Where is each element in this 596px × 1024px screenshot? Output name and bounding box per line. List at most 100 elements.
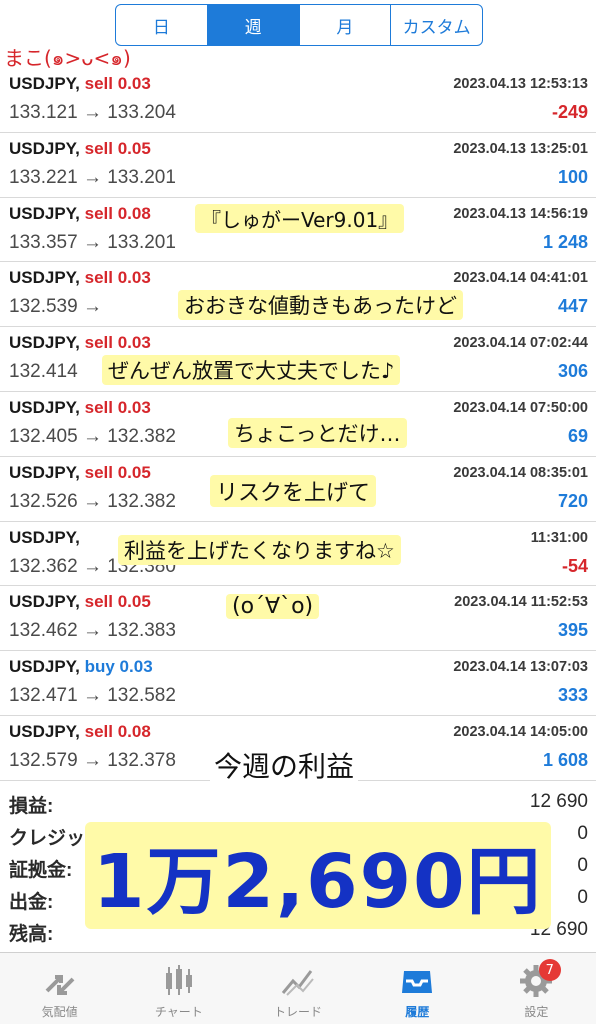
tab-week[interactable]: 週 — [207, 5, 300, 45]
trade-side: buy 0.03 — [84, 657, 153, 677]
tab-chart[interactable]: チャート — [119, 953, 238, 1024]
period-segmented-control: 日 週 月 カスタム — [115, 4, 483, 46]
trade-profit: 69 — [567, 425, 588, 446]
trade-time: 2023.04.14 11:52:53 — [454, 594, 588, 611]
weekly-profit-caption: 今週の利益 — [210, 745, 359, 785]
trade-header: USDJPY, sell 0.05 — [9, 463, 151, 483]
history-icon — [402, 971, 433, 993]
summary-label: 出金: — [9, 892, 54, 913]
trade-icon — [281, 970, 314, 996]
trade-time: 2023.04.14 04:41:01 — [453, 270, 588, 287]
trade-header: USDJPY, sell 0.03 — [9, 74, 151, 94]
trade-profit: -54 — [561, 555, 588, 576]
trade-row[interactable]: USDJPY, buy 0.03 2023.04.14 13:07:03 132… — [0, 651, 596, 716]
trade-side: sell 0.03 — [84, 74, 151, 93]
tab-label: 気配値 — [41, 1005, 78, 1019]
summary-value: 12 690 — [529, 791, 588, 812]
trade-prices: 133.357 → 133.201 — [9, 231, 176, 253]
bottom-tab-bar: 気配値 チャート トレード 履歴 設定 7 — [0, 952, 596, 1024]
trade-side: sell 0.03 — [84, 268, 151, 288]
trade-profit: 447 — [557, 296, 588, 317]
trade-profit: -249 — [551, 102, 588, 122]
trade-header: USDJPY, sell 0.08 — [9, 722, 151, 742]
summary-label: 損益: — [9, 796, 54, 817]
author-signature: まこ(๑>ᴗ<๑) — [4, 46, 131, 70]
summary-profit: 損益: 12 690 — [0, 788, 596, 820]
symbol: USDJPY, — [9, 138, 80, 158]
trade-header: USDJPY, sell 0.03 — [9, 398, 151, 418]
trade-header: USDJPY, sell 0.05 — [9, 592, 151, 612]
tab-label: 履歴 — [405, 1005, 430, 1019]
trade-prices: 133.221 → 133.201 — [9, 166, 176, 188]
symbol: USDJPY, — [9, 333, 80, 353]
summary-value: 0 — [577, 855, 588, 876]
trade-time: 11:31:00 — [530, 529, 588, 546]
symbol: USDJPY, — [9, 592, 80, 612]
trade-header: USDJPY, sell 0.03 — [9, 268, 151, 288]
summary-label: 残高: — [9, 924, 54, 945]
trade-profit: 1 248 — [542, 231, 588, 252]
trade-side: sell 0.05 — [84, 462, 151, 482]
comment-line-2: ぜんぜん放置で大丈夫でした♪ — [102, 355, 401, 385]
trade-side: sell 0.08 — [84, 203, 151, 223]
comment-line-3: ちょこっとだけ… — [228, 418, 407, 448]
trade-header: USDJPY, sell 0.05 — [9, 139, 151, 159]
trade-time: 2023.04.13 12:53:13 — [453, 76, 588, 92]
trade-prices: 132.471 → 132.582 — [9, 685, 176, 707]
version-note: 『しゅがーVer9.01』 — [195, 204, 405, 233]
trade-row[interactable]: USDJPY, sell 0.03 2023.04.13 12:53:13 13… — [0, 68, 596, 133]
weekly-profit-total: 1万2,690円 — [85, 822, 551, 929]
trade-time: 2023.04.14 14:05:00 — [453, 723, 588, 740]
symbol: USDJPY, — [9, 74, 80, 93]
trade-profit: 333 — [557, 685, 588, 706]
trade-time: 2023.04.14 07:50:00 — [453, 399, 588, 416]
notification-badge: 7 — [538, 959, 561, 981]
symbol: USDJPY, — [9, 462, 80, 482]
trade-side: sell 0.03 — [84, 333, 151, 353]
trade-side: sell 0.05 — [84, 592, 151, 612]
comment-emoticon: (o´∀`o) — [226, 594, 320, 619]
trade-side: sell 0.08 — [84, 721, 151, 741]
symbol: USDJPY, — [9, 203, 80, 223]
trade-prices: 132.414 — [9, 361, 78, 383]
trade-profit: 306 — [557, 361, 588, 382]
tab-quotes[interactable]: 気配値 — [0, 953, 119, 1024]
trade-time: 2023.04.14 07:02:44 — [453, 335, 588, 352]
comment-line-5: 利益を上げたくなりますね☆ — [118, 535, 401, 565]
trade-header: USDJPY, sell 0.03 — [9, 333, 151, 353]
tab-label: 設定 — [524, 1005, 549, 1019]
trade-header: USDJPY, buy 0.03 — [9, 657, 153, 677]
tab-custom[interactable]: カスタム — [391, 5, 482, 45]
summary-value: 0 — [577, 823, 588, 844]
summary-value: 0 — [577, 887, 588, 908]
trade-prices: 132.579 → 132.378 — [9, 749, 176, 771]
trade-prices: 132.462 → 132.383 — [9, 620, 176, 642]
trade-side: sell 0.03 — [84, 397, 151, 417]
trade-prices: 132.539 → — [9, 296, 102, 318]
tab-settings[interactable]: 設定 7 — [477, 953, 596, 1024]
tab-month[interactable]: 月 — [300, 5, 392, 45]
trade-profit: 1 608 — [542, 749, 588, 770]
trade-time: 2023.04.14 13:07:03 — [453, 659, 588, 676]
symbol: USDJPY, — [9, 397, 80, 417]
symbol: USDJPY, — [9, 268, 80, 288]
trade-time: 2023.04.13 14:56:19 — [453, 205, 588, 222]
trade-header: USDJPY, sell 0.08 — [9, 204, 151, 224]
tab-label: トレード — [274, 1005, 323, 1019]
symbol: USDJPY, — [9, 657, 80, 677]
trade-profit: 395 — [557, 620, 588, 641]
tab-label: チャート — [154, 1005, 203, 1019]
trade-time: 2023.04.14 08:35:01 — [453, 464, 588, 481]
trade-profit: 720 — [557, 490, 588, 511]
symbol: USDJPY, — [9, 721, 80, 741]
comment-line-4: リスクを上げて — [210, 475, 377, 507]
trade-profit: 100 — [557, 166, 588, 187]
trade-prices: 133.121 → 133.204 — [9, 102, 176, 123]
trade-side: sell 0.05 — [84, 138, 151, 158]
tab-trade[interactable]: トレード — [238, 953, 357, 1024]
tab-day[interactable]: 日 — [116, 5, 208, 45]
trade-time: 2023.04.13 13:25:01 — [453, 140, 588, 157]
trade-prices: 132.526 → 132.382 — [9, 490, 176, 512]
trade-row[interactable]: USDJPY, sell 0.05 2023.04.13 13:25:01 13… — [0, 133, 596, 198]
tab-history[interactable]: 履歴 — [358, 953, 477, 1024]
